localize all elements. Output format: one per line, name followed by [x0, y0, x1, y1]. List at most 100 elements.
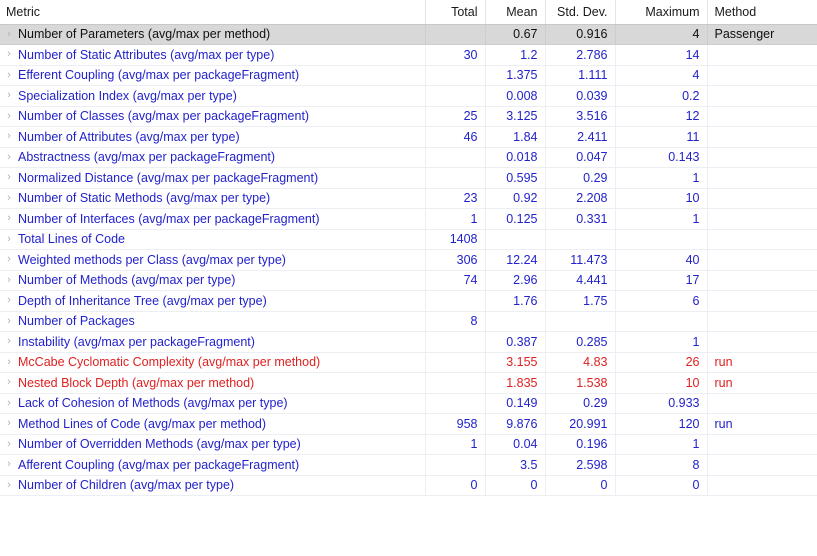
table-row[interactable]: › Nested Block Depth (avg/max per method)…: [0, 372, 817, 394]
cell-method[interactable]: [707, 65, 817, 86]
cell-metric[interactable]: › Total Lines of Code: [0, 229, 426, 250]
table-row[interactable]: › Number of Attributes (avg/max per type)…: [0, 126, 817, 148]
cell-method[interactable]: [707, 147, 817, 168]
table-row[interactable]: › Total Lines of Code 1408: [0, 229, 817, 250]
table-row[interactable]: › Number of Parameters (avg/max per metho…: [0, 24, 817, 45]
cell-metric[interactable]: › Number of Children (avg/max per type): [0, 475, 426, 496]
cell-method[interactable]: [707, 208, 817, 230]
cell-metric[interactable]: › Number of Parameters (avg/max per metho…: [0, 24, 426, 45]
table-row[interactable]: › Depth of Inheritance Tree (avg/max per …: [0, 290, 817, 312]
cell-method[interactable]: [707, 454, 817, 476]
cell-metric[interactable]: › Method Lines of Code (avg/max per metho…: [0, 413, 426, 435]
column-header-mean[interactable]: Mean: [485, 0, 546, 25]
table-row[interactable]: › Number of Static Attributes (avg/max pe…: [0, 44, 817, 66]
table-row[interactable]: › Efferent Coupling (avg/max per packageF…: [0, 65, 817, 86]
chevron-right-icon[interactable]: ›: [0, 110, 18, 122]
chevron-right-icon[interactable]: ›: [0, 479, 18, 491]
cell-metric[interactable]: › Nested Block Depth (avg/max per method): [0, 372, 426, 394]
cell-method[interactable]: [707, 106, 817, 127]
cell-metric[interactable]: › Specialization Index (avg/max per type): [0, 85, 426, 107]
chevron-right-icon[interactable]: ›: [0, 28, 18, 40]
chevron-right-icon[interactable]: ›: [0, 90, 18, 101]
chevron-right-icon[interactable]: ›: [0, 69, 18, 81]
cell-method[interactable]: [707, 475, 817, 496]
cell-method[interactable]: [707, 311, 817, 332]
table-row[interactable]: › Number of Children (avg/max per type) 0 0…: [0, 475, 817, 496]
cell-metric[interactable]: › Number of Methods (avg/max per type): [0, 270, 426, 291]
chevron-right-icon[interactable]: ›: [0, 131, 18, 142]
table-row[interactable]: › Number of Classes (avg/max per packageF…: [0, 106, 817, 127]
table-row[interactable]: › Number of Interfaces (avg/max per packa…: [0, 208, 817, 230]
cell-metric[interactable]: › Number of Classes (avg/max per packageF…: [0, 106, 426, 127]
cell-maximum: 0: [615, 475, 708, 496]
chevron-right-icon[interactable]: ›: [0, 233, 18, 245]
chevron-right-icon[interactable]: ›: [0, 377, 18, 388]
table-row[interactable]: › Number of Methods (avg/max per type) 74 2…: [0, 270, 817, 291]
table-row[interactable]: › Lack of Cohesion of Methods (avg/max pe…: [0, 393, 817, 414]
cell-method[interactable]: run: [707, 413, 817, 435]
table-row[interactable]: › Method Lines of Code (avg/max per metho…: [0, 413, 817, 435]
cell-metric[interactable]: › Number of Packages: [0, 311, 426, 332]
cell-method[interactable]: Passenger: [707, 24, 817, 45]
cell-method[interactable]: [707, 44, 817, 66]
chevron-right-icon[interactable]: ›: [0, 192, 18, 204]
table-row[interactable]: › Instability (avg/max per packageFragmen…: [0, 331, 817, 353]
cell-method[interactable]: [707, 331, 817, 353]
table-row[interactable]: › Number of Overridden Methods (avg/max p…: [0, 434, 817, 455]
chevron-right-icon[interactable]: ›: [0, 356, 18, 368]
cell-method[interactable]: [707, 393, 817, 414]
cell-metric[interactable]: › Number of Static Methods (avg/max per t…: [0, 188, 426, 209]
cell-method[interactable]: [707, 85, 817, 107]
table-row[interactable]: › Number of Packages 8: [0, 311, 817, 332]
chevron-right-icon[interactable]: ›: [0, 418, 18, 429]
cell-method[interactable]: [707, 249, 817, 271]
cell-method[interactable]: [707, 229, 817, 250]
cell-metric[interactable]: › Number of Interfaces (avg/max per packa…: [0, 208, 426, 230]
column-header-method[interactable]: Method: [707, 0, 817, 25]
table-row[interactable]: › McCabe Cyclomatic Complexity (avg/max p…: [0, 352, 817, 373]
cell-method[interactable]: run: [707, 372, 817, 394]
cell-metric[interactable]: › Number of Attributes (avg/max per type): [0, 126, 426, 148]
column-header-total[interactable]: Total: [425, 0, 486, 25]
table-row[interactable]: › Specialization Index (avg/max per type)…: [0, 85, 817, 107]
cell-metric[interactable]: › Afferent Coupling (avg/max per packageF…: [0, 454, 426, 476]
cell-method[interactable]: [707, 270, 817, 291]
chevron-right-icon[interactable]: ›: [0, 254, 18, 265]
chevron-right-icon[interactable]: ›: [0, 336, 18, 347]
cell-metric[interactable]: › Lack of Cohesion of Methods (avg/max pe…: [0, 393, 426, 414]
cell-method[interactable]: [707, 167, 817, 189]
chevron-right-icon[interactable]: ›: [0, 274, 18, 286]
chevron-right-icon[interactable]: ›: [0, 397, 18, 409]
cell-metric[interactable]: › McCabe Cyclomatic Complexity (avg/max p…: [0, 352, 426, 373]
column-header-metric[interactable]: Metric: [0, 0, 426, 25]
cell-method[interactable]: [707, 188, 817, 209]
chevron-right-icon[interactable]: ›: [0, 459, 18, 470]
cell-method[interactable]: run: [707, 352, 817, 373]
cell-method[interactable]: [707, 126, 817, 148]
column-header-maximum[interactable]: Maximum: [615, 0, 708, 25]
cell-metric[interactable]: › Efferent Coupling (avg/max per packageF…: [0, 65, 426, 86]
table-row[interactable]: › Normalized Distance (avg/max per packag…: [0, 167, 817, 189]
cell-metric[interactable]: › Normalized Distance (avg/max per packag…: [0, 167, 426, 189]
chevron-right-icon[interactable]: ›: [0, 315, 18, 327]
chevron-right-icon[interactable]: ›: [0, 213, 18, 224]
cell-metric[interactable]: › Weighted methods per Class (avg/max per…: [0, 249, 426, 271]
cell-metric[interactable]: › Depth of Inheritance Tree (avg/max per …: [0, 290, 426, 312]
chevron-right-icon[interactable]: ›: [0, 151, 18, 163]
cell-method[interactable]: [707, 290, 817, 312]
chevron-right-icon[interactable]: ›: [0, 49, 18, 60]
chevron-right-icon[interactable]: ›: [0, 438, 18, 450]
cell-stddev: 0.285: [545, 331, 616, 353]
table-row[interactable]: › Weighted methods per Class (avg/max per…: [0, 249, 817, 271]
cell-method[interactable]: [707, 434, 817, 455]
cell-metric[interactable]: › Instability (avg/max per packageFragmen…: [0, 331, 426, 353]
cell-metric[interactable]: › Number of Overridden Methods (avg/max p…: [0, 434, 426, 455]
cell-metric[interactable]: › Abstractness (avg/max per packageFragme…: [0, 147, 426, 168]
cell-metric[interactable]: › Number of Static Attributes (avg/max pe…: [0, 44, 426, 66]
chevron-right-icon[interactable]: ›: [0, 172, 18, 183]
table-row[interactable]: › Afferent Coupling (avg/max per packageF…: [0, 454, 817, 476]
table-row[interactable]: › Abstractness (avg/max per packageFragme…: [0, 147, 817, 168]
chevron-right-icon[interactable]: ›: [0, 295, 18, 306]
column-header-stddev[interactable]: Std. Dev.: [545, 0, 616, 25]
table-row[interactable]: › Number of Static Methods (avg/max per t…: [0, 188, 817, 209]
